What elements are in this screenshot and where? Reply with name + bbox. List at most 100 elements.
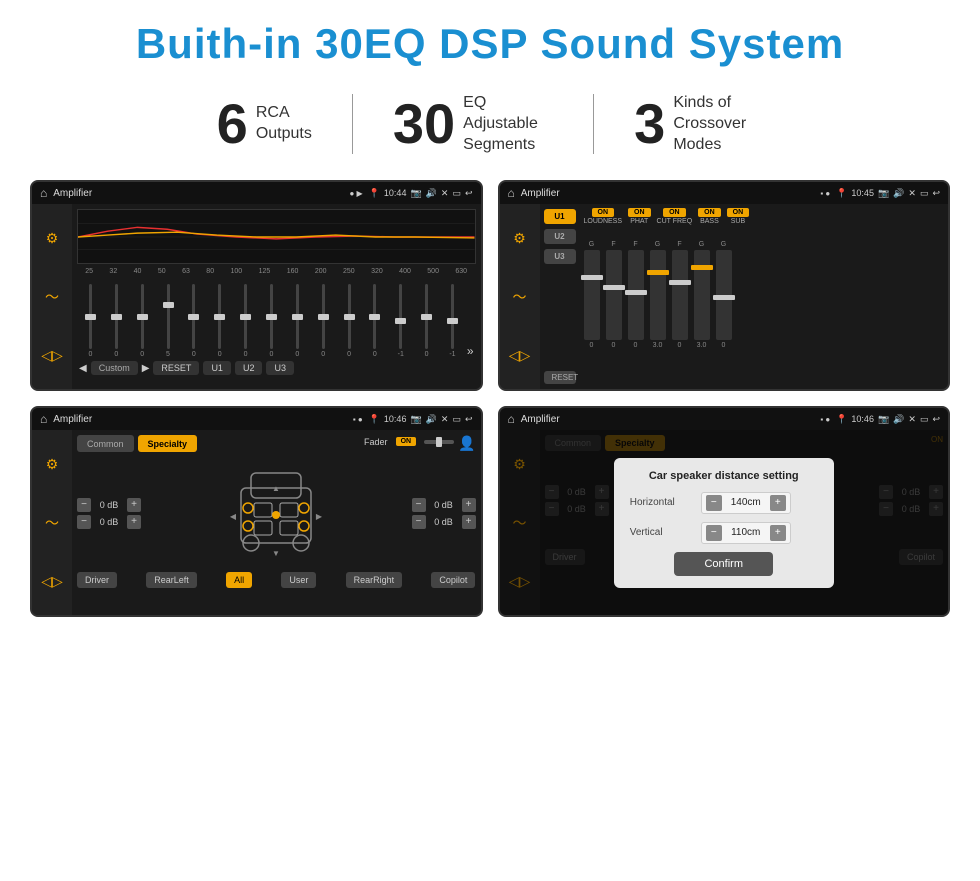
horizontal-minus-button[interactable]: − <box>706 495 722 511</box>
back-icon-4[interactable]: ↩ <box>932 414 940 425</box>
toggle-bass: ON BASS <box>698 208 721 225</box>
stat-crossover: 3 Kinds ofCrossover Modes <box>594 93 803 155</box>
cam-icon-2: 📷 <box>878 188 889 199</box>
eq-graph <box>77 209 476 264</box>
all-place-button[interactable]: All <box>226 572 252 588</box>
home-icon-1[interactable]: ⌂ <box>40 186 47 200</box>
phat-toggle[interactable]: ON <box>628 208 651 217</box>
rearright-place-button[interactable]: RearRight <box>346 572 403 588</box>
speaker-icon[interactable]: ◁▷ <box>41 347 63 364</box>
home-icon-2[interactable]: ⌂ <box>508 186 515 200</box>
wave-icon-2[interactable]: 〜 <box>513 287 527 307</box>
rearright-vol-minus[interactable]: − <box>412 515 426 529</box>
horizontal-stepper: − 140cm + <box>701 492 791 514</box>
home-icon-4[interactable]: ⌂ <box>508 412 515 426</box>
bass-toggle[interactable]: ON <box>698 208 721 217</box>
pin-icon-2: 📍 <box>836 188 847 199</box>
vol-row-rearright: − 0 dB + <box>412 515 476 529</box>
stat-crossover-label: Kinds ofCrossover Modes <box>673 93 763 155</box>
pin-icon-4: 📍 <box>836 414 847 425</box>
copilot-vol-minus[interactable]: − <box>412 498 426 512</box>
stat-eq: 30 EQ AdjustableSegments <box>353 93 593 155</box>
freq-630: 630 <box>455 268 467 275</box>
rearright-vol-plus[interactable]: + <box>462 515 476 529</box>
status-icons-3: 📍 10:46 📷 🔊 ✕ ▭ ↩ <box>369 414 473 425</box>
fader-toggle[interactable]: ON <box>396 437 417 446</box>
phat-label: PHAT <box>630 218 648 225</box>
speaker-icon-2[interactable]: ◁▷ <box>509 347 531 364</box>
freq-100: 100 <box>231 268 243 275</box>
stat-eq-number: 30 <box>393 96 455 152</box>
loudness-toggle[interactable]: ON <box>592 208 615 217</box>
u1-preset-button[interactable]: U1 <box>544 209 576 224</box>
dialog-overlay: Car speaker distance setting Horizontal … <box>500 430 949 615</box>
copilot-vol-plus[interactable]: + <box>462 498 476 512</box>
horizontal-plus-button[interactable]: + <box>770 495 786 511</box>
user-place-button[interactable]: User <box>281 572 316 588</box>
wave-icon-3[interactable]: 〜 <box>45 513 59 533</box>
cutfreq-toggle[interactable]: ON <box>663 208 686 217</box>
crossover-main: U1 U2 U3 RESET ON LOUDNESS ON <box>540 204 949 389</box>
back-icon-2[interactable]: ↩ <box>932 188 940 199</box>
driver-vol-minus[interactable]: − <box>77 498 91 512</box>
screen-content-1: ⚙ 〜 ◁▷ <box>32 204 481 389</box>
status-icons-1: 📍 10:44 📷 🔊 ✕ ▭ ↩ <box>369 188 473 199</box>
driver-place-button[interactable]: Driver <box>77 572 117 588</box>
app-name-4: Amplifier <box>521 414 815 425</box>
page-container: Buith-in 30EQ DSP Sound System 6 RCAOutp… <box>0 0 980 637</box>
prev-preset-button[interactable]: ◀ <box>79 363 87 374</box>
dialog-vertical-row: Vertical − 110cm + <box>630 522 818 544</box>
freq-25: 25 <box>85 268 93 275</box>
fader-slider-icon[interactable] <box>424 436 454 448</box>
x-icon-3: ✕ <box>441 414 449 425</box>
sub-label: SUB <box>731 218 745 225</box>
vertical-plus-button[interactable]: + <box>770 525 786 541</box>
sub-toggle[interactable]: ON <box>727 208 750 217</box>
back-icon-1[interactable]: ↩ <box>465 188 473 199</box>
speaker-icon-3[interactable]: ◁▷ <box>41 573 63 590</box>
eq-slider-6: 0 <box>234 284 257 358</box>
reset-button[interactable]: RESET <box>153 361 199 375</box>
home-icon-3[interactable]: ⌂ <box>40 412 47 426</box>
screen-content-4: ⚙ 〜 ◁▷ Common Specialty ON −0 dB+ <box>500 430 949 615</box>
tab-common-3[interactable]: Common <box>77 435 134 452</box>
volume-block-right: − 0 dB + − 0 dB + <box>412 498 476 529</box>
stat-crossover-number: 3 <box>634 96 665 152</box>
u2-button[interactable]: U2 <box>235 361 263 375</box>
rearleft-vol-plus[interactable]: + <box>127 515 141 529</box>
fader-body: − 0 dB + − 0 dB + <box>77 458 476 568</box>
wave-icon[interactable]: 〜 <box>45 287 59 307</box>
tab-specialty-3[interactable]: Specialty <box>138 435 198 452</box>
svg-text:◀: ◀ <box>230 512 237 521</box>
rearleft-place-button[interactable]: RearLeft <box>146 572 197 588</box>
equalizer-icon[interactable]: ⚙ <box>46 230 59 247</box>
u3-button[interactable]: U3 <box>266 361 294 375</box>
equalizer-icon-3[interactable]: ⚙ <box>46 456 59 473</box>
stat-rca-number: 6 <box>217 96 248 152</box>
toggle-phat: ON PHAT <box>628 208 651 225</box>
equalizer-icon-2[interactable]: ⚙ <box>513 230 526 247</box>
dialog-horizontal-row: Horizontal − 140cm + <box>630 492 818 514</box>
custom-preset-button[interactable]: Custom <box>91 361 138 375</box>
cutfreq-label: CUT FREQ <box>657 218 693 225</box>
car-diagram: ▲ ▼ ◀ ▶ <box>149 458 404 568</box>
u2-preset-button[interactable]: U2 <box>544 229 576 244</box>
more-freqs-icon[interactable]: » <box>467 344 474 358</box>
u3-preset-button[interactable]: U3 <box>544 249 576 264</box>
vol-row-rearleft: − 0 dB + <box>77 515 141 529</box>
next-preset-button[interactable]: ▶ <box>142 363 150 374</box>
reset-crossover-button[interactable]: RESET <box>544 371 576 384</box>
time-2: 10:45 <box>851 188 874 198</box>
u1-button[interactable]: U1 <box>203 361 231 375</box>
back-icon-3[interactable]: ↩ <box>465 414 473 425</box>
rearleft-vol-minus[interactable]: − <box>77 515 91 529</box>
status-bar-3: ⌂ Amplifier ▪ ● 📍 10:46 📷 🔊 ✕ ▭ ↩ <box>32 408 481 430</box>
stat-rca-label: RCAOutputs <box>256 103 312 145</box>
driver-vol-plus[interactable]: + <box>127 498 141 512</box>
copilot-place-button[interactable]: Copilot <box>431 572 475 588</box>
vertical-minus-button[interactable]: − <box>706 525 722 541</box>
crossover-content: ON LOUDNESS ON PHAT ON CUT FREQ <box>580 204 949 389</box>
confirm-button[interactable]: Confirm <box>674 552 773 576</box>
x-icon-4: ✕ <box>908 414 916 425</box>
rearright-vol-value: 0 dB <box>430 517 458 527</box>
